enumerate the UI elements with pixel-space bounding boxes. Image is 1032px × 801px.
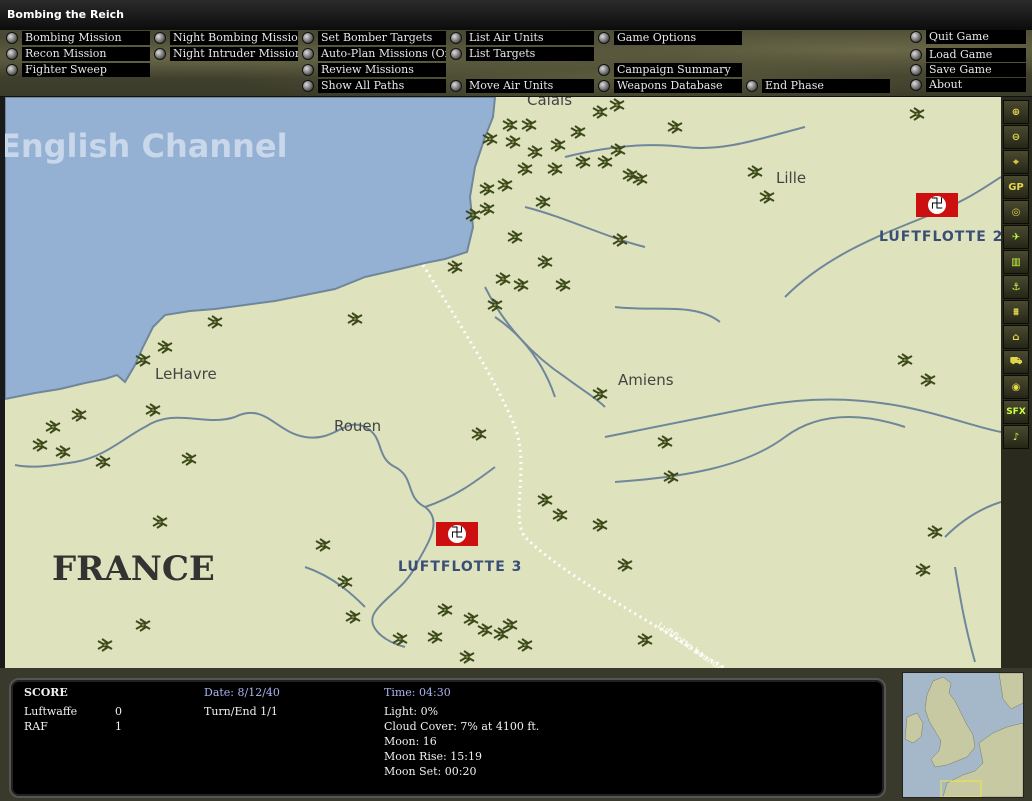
swastika-icon: 卍 xyxy=(448,525,466,543)
city-lille[interactable]: Lille xyxy=(776,169,806,187)
bullet-icon xyxy=(6,32,18,44)
show-all-paths-button[interactable]: Show All Paths xyxy=(302,79,446,93)
moon-text: Moon: 16 xyxy=(384,735,437,748)
auto-plan-missions-button[interactable]: Auto-Plan Missions (Off) xyxy=(302,47,446,61)
bullet-icon xyxy=(910,79,922,91)
time-text: Time: 04:30 xyxy=(384,686,451,699)
bullet-icon xyxy=(302,48,314,60)
factory-icon[interactable]: ▥ xyxy=(1003,250,1029,274)
luftwaffe-label: Luftwaffe xyxy=(24,705,78,718)
bullet-icon xyxy=(6,64,18,76)
bullet-icon xyxy=(154,32,166,44)
date-text: Date: 8/12/40 xyxy=(204,686,280,699)
list-air-units-button[interactable]: List Air Units xyxy=(450,31,594,45)
anchor-icon[interactable]: ⚓ xyxy=(1003,275,1029,299)
city-lehavre[interactable]: LeHavre xyxy=(155,365,217,383)
sea-label: English Channel xyxy=(5,127,288,165)
minimap-britain xyxy=(924,676,976,768)
luftflotte2-label: LUFTFLOTTE 2 xyxy=(879,229,1001,245)
night-bombing-mission-button[interactable]: Night Bombing Mission xyxy=(154,31,298,45)
luftflotte2-flag[interactable]: 卍 xyxy=(916,193,958,217)
set-bomber-targets-button[interactable]: Set Bomber Targets xyxy=(302,31,446,45)
minimap[interactable] xyxy=(902,672,1024,798)
convoy-icon[interactable]: ⛟ xyxy=(1003,350,1029,374)
bullet-icon xyxy=(154,48,166,60)
bullet-icon xyxy=(598,80,610,92)
fighter-sweep-button[interactable]: Fighter Sweep xyxy=(6,63,150,77)
light-text: Light: 0% xyxy=(384,705,439,718)
raf-score: 1 xyxy=(115,720,122,733)
radar-icon[interactable]: ◉ xyxy=(1003,375,1029,399)
save-game-button[interactable]: Save Game xyxy=(910,63,1026,77)
status-panel: SCORE Luftwaffe 0 RAF 1 Date: 8/12/40 Tu… xyxy=(0,668,1032,801)
bullet-icon xyxy=(302,32,314,44)
weapons-database-button[interactable]: Weapons Database xyxy=(598,79,742,93)
menu-bar: Bombing Mission Recon Mission Fighter Sw… xyxy=(0,30,1032,97)
night-intruder-mission-button[interactable]: Night Intruder Mission xyxy=(154,47,298,61)
music-icon[interactable]: ♪ xyxy=(1003,425,1029,449)
bullet-icon xyxy=(910,31,922,43)
about-button[interactable]: About xyxy=(910,78,1026,92)
luftflotte3-flag[interactable]: 卍 xyxy=(436,522,478,546)
move-air-units-button[interactable]: Move Air Units xyxy=(450,79,594,93)
turn-text: Turn/End 1/1 xyxy=(204,705,278,718)
minimap-ireland xyxy=(904,712,924,744)
luftwaffe-score: 0 xyxy=(115,705,122,718)
list-targets-button[interactable]: List Targets xyxy=(450,47,594,61)
plane-icon[interactable]: ✈ xyxy=(1003,225,1029,249)
bullet-icon xyxy=(598,64,610,76)
luftflotte3-label: LUFTFLOTTE 3 xyxy=(398,559,523,575)
bullet-icon xyxy=(302,80,314,92)
swastika-icon: 卍 xyxy=(928,196,946,214)
end-phase-button[interactable]: End Phase xyxy=(746,79,890,93)
game-options-button[interactable]: Game Options xyxy=(598,31,742,45)
bridge-icon[interactable]: ⩩ xyxy=(1003,300,1029,324)
minimap-canvas xyxy=(904,673,1023,797)
recon-mission-button[interactable]: Recon Mission xyxy=(6,47,150,61)
bullet-icon xyxy=(746,80,758,92)
zoom-in-icon[interactable]: ⊕ xyxy=(1003,100,1029,124)
target-icon[interactable]: ◎ xyxy=(1003,200,1029,224)
bullet-icon xyxy=(6,48,18,60)
gp-icon[interactable]: GP xyxy=(1003,175,1029,199)
bullet-icon xyxy=(302,64,314,76)
score-heading: SCORE xyxy=(24,686,68,699)
moon-rise-text: Moon Rise: 15:19 xyxy=(384,750,482,763)
bullet-icon xyxy=(910,49,922,61)
sfx-icon[interactable]: SFX xyxy=(1003,400,1029,424)
title-bar: Bombing the Reich xyxy=(0,0,1032,30)
city-amiens[interactable]: Amiens xyxy=(618,371,674,389)
bullet-icon xyxy=(450,48,462,60)
score-box: SCORE Luftwaffe 0 RAF 1 Date: 8/12/40 Tu… xyxy=(9,678,886,798)
city-calais[interactable]: Calais xyxy=(527,97,572,109)
building-icon[interactable]: ⌂ xyxy=(1003,325,1029,349)
bullet-icon xyxy=(450,32,462,44)
campaign-summary-button[interactable]: Campaign Summary xyxy=(598,63,742,77)
bullet-icon xyxy=(450,80,462,92)
review-missions-button[interactable]: Review Missions xyxy=(302,63,446,77)
bullet-icon xyxy=(598,32,610,44)
crosshair-icon[interactable]: ⌖ xyxy=(1003,150,1029,174)
campaign-map[interactable]: English Channel FRANCE Lille LeHavre Ami… xyxy=(5,97,1001,668)
raf-label: RAF xyxy=(24,720,48,733)
cloud-cover-text: Cloud Cover: 7% at 4100 ft. xyxy=(384,720,540,733)
bombing-mission-button[interactable]: Bombing Mission xyxy=(6,31,150,45)
zoom-out-icon[interactable]: ⊖ xyxy=(1003,125,1029,149)
load-game-button[interactable]: Load Game xyxy=(910,48,1026,62)
bullet-icon xyxy=(910,64,922,76)
minimap-scandinavia xyxy=(998,673,1023,710)
map-toolbar: ⊕ ⊖ ⌖ GP ◎ ✈ ▥ ⚓ ⩩ ⌂ ⛟ ◉ SFX ♪ xyxy=(1001,97,1032,668)
city-rouen[interactable]: Rouen xyxy=(334,417,381,435)
country-label: FRANCE xyxy=(52,549,215,589)
window-title: Bombing the Reich xyxy=(7,8,125,21)
quit-game-button[interactable]: Quit Game xyxy=(910,30,1026,44)
moon-set-text: Moon Set: 00:20 xyxy=(384,765,477,778)
